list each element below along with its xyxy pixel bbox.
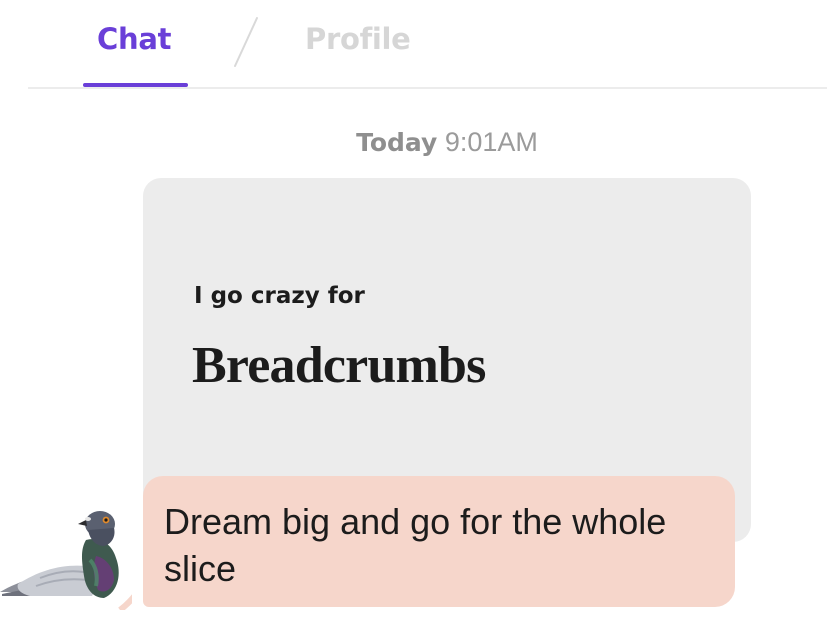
reply-message-bubble[interactable]: Dream big and go for the whole slice [143,476,735,607]
tab-divider [234,17,258,67]
chat-screen: Chat Profile Today 9:01AM I go crazy for… [0,0,827,634]
tab-profile[interactable]: Profile [305,22,411,56]
timestamp-day: Today [356,128,438,157]
timestamp-time: 9:01AM [444,127,538,157]
prompt-answer: Breadcrumbs [192,337,486,394]
pigeon-icon[interactable] [0,500,132,610]
reply-message-text: Dream big and go for the whole slice [164,501,667,589]
message-timestamp: Today 9:01AM [0,127,827,158]
prompt-question: I go crazy for [194,283,365,309]
tab-bar: Chat Profile [0,0,827,88]
tab-bar-divider [28,87,827,89]
